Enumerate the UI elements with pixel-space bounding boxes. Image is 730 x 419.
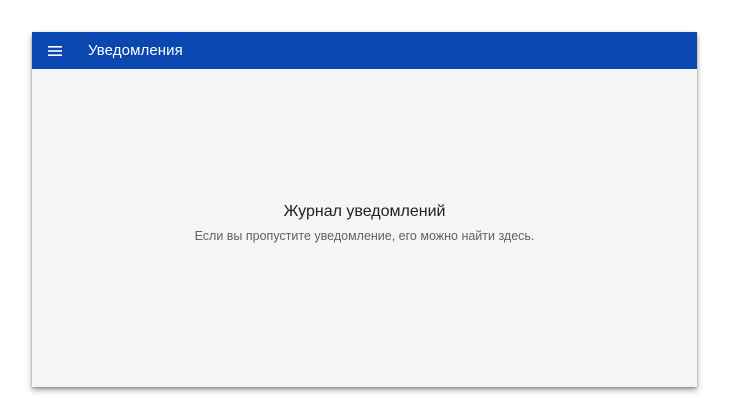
empty-state-title: Журнал уведомлений xyxy=(283,203,446,220)
notification-log-empty-state: Журнал уведомлений Если вы пропустите ув… xyxy=(32,69,697,387)
app-bar: Уведомления xyxy=(32,32,697,69)
hamburger-menu-icon[interactable] xyxy=(44,40,66,62)
notifications-window: Уведомления Журнал уведомлений Если вы п… xyxy=(32,32,697,387)
page-title: Уведомления xyxy=(88,42,183,59)
empty-state-subtitle: Если вы пропустите уведомление, его можн… xyxy=(194,229,535,243)
